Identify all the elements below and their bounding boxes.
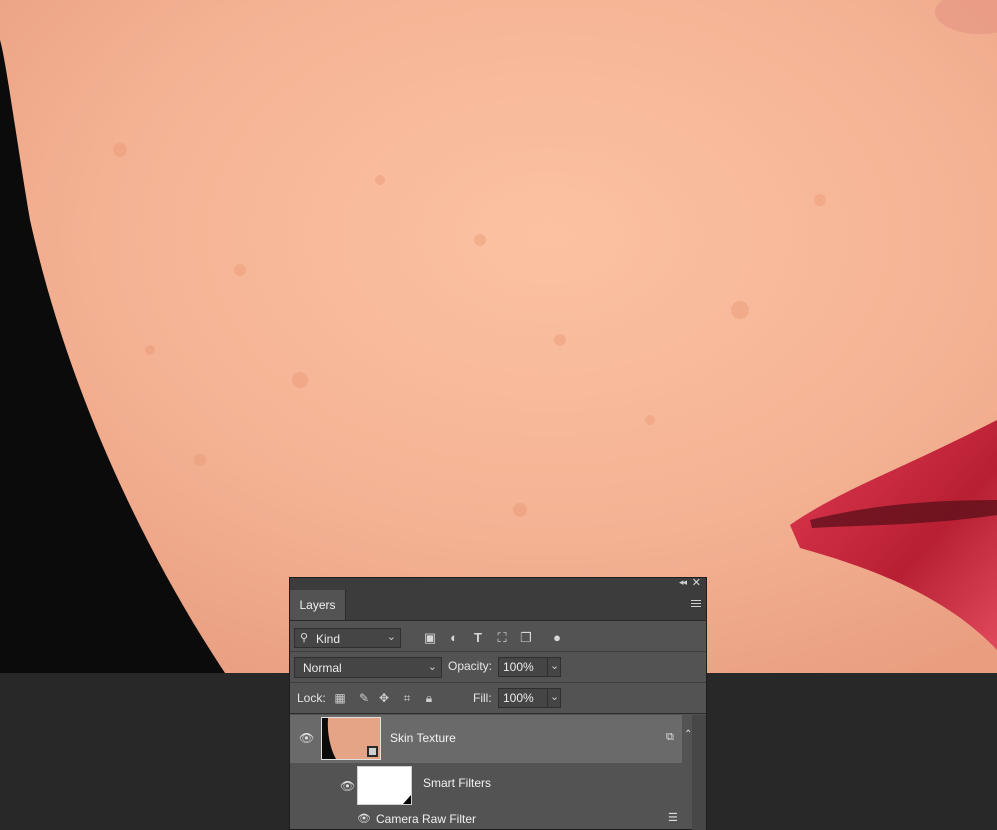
smart-filter-badge-icon[interactable]: ⧉ <box>666 731 674 744</box>
chevron-down-icon: ⌄ <box>386 631 396 643</box>
eye-icon[interactable]: 👁︎ <box>299 731 314 745</box>
layer-row[interactable]: 👁︎ Skin Texture ⧉ ⌃ <box>290 715 692 763</box>
panel-tabbar: Layers <box>290 590 706 621</box>
type-layer-filter-icon[interactable]: T <box>471 631 485 645</box>
mask-image <box>358 767 411 804</box>
blend-mode-select[interactable]: Normal ⌄ <box>294 657 442 678</box>
smart-filters-row[interactable]: 👁︎ Smart Filters <box>290 764 682 810</box>
fill-dropdown[interactable]: ⌄ <box>547 688 561 708</box>
search-icon: ⚲ <box>300 632 309 644</box>
lock-label: Lock: <box>297 691 326 705</box>
fill-value: 100% <box>503 691 534 705</box>
lock-artboard-icon[interactable]: ⌗ <box>400 691 414 705</box>
layers-panel: ◂◂ ✕ Layers ⚲ Kind ⌄ ▣ ◐ T ⛶ ❐ ● Normal … <box>289 577 707 830</box>
blend-row: Normal ⌄ Opacity: 100% ⌄ <box>290 652 706 683</box>
lock-all-icon[interactable]: 🔒︎ <box>422 691 436 705</box>
layers-scrollbar[interactable] <box>692 715 706 830</box>
skin-photo <box>0 0 997 673</box>
smart-filters-label: Smart Filters <box>423 776 492 790</box>
layer-name[interactable]: Skin Texture <box>390 731 456 745</box>
lock-transparent-icon[interactable]: ▦ <box>333 691 347 705</box>
panel-titlebar[interactable]: ◂◂ ✕ <box>290 576 706 590</box>
filter-options-icon[interactable]: ☰ <box>668 811 678 824</box>
fill-label: Fill: <box>473 691 492 705</box>
smart-filter-mask-thumbnail[interactable] <box>357 766 412 805</box>
eye-icon[interactable]: 👁︎ <box>357 812 371 825</box>
opacity-input[interactable]: 100% <box>498 657 548 677</box>
adjustment-layer-filter-icon[interactable]: ◐ <box>447 631 461 645</box>
tab-layers[interactable]: Layers <box>290 590 346 620</box>
layer-thumbnail-image <box>322 718 380 759</box>
collapse-icon[interactable]: ◂◂ <box>679 577 687 588</box>
opacity-label: Opacity: <box>448 659 493 673</box>
opacity-value: 100% <box>503 660 534 674</box>
chevron-down-icon: ⌄ <box>550 660 560 672</box>
filter-kind-label: Kind <box>316 632 341 646</box>
chevron-down-icon: ⌄ <box>427 661 437 673</box>
blend-mode-value: Normal <box>303 661 342 675</box>
fill-input[interactable]: 100% <box>498 688 548 708</box>
pixel-layer-filter-icon[interactable]: ▣ <box>423 631 437 645</box>
filter-toggle-icon[interactable]: ● <box>550 631 564 645</box>
smart-object-filter-icon[interactable]: ❐ <box>519 631 533 645</box>
panel-menu-icon[interactable] <box>691 600 701 609</box>
eye-icon[interactable]: 👁︎ <box>340 779 355 793</box>
close-icon[interactable]: ✕ <box>692 576 701 589</box>
shape-layer-filter-icon[interactable]: ⛶ <box>495 631 509 645</box>
document-canvas[interactable] <box>0 0 997 673</box>
opacity-dropdown[interactable]: ⌄ <box>547 657 561 677</box>
filter-kind-select[interactable]: ⚲ Kind ⌄ <box>294 628 401 648</box>
lock-position-icon[interactable]: ✥ <box>377 691 391 705</box>
layer-thumbnail <box>321 717 381 760</box>
lock-image-icon[interactable]: ✎ <box>357 691 371 705</box>
filter-row: ⚲ Kind ⌄ ▣ ◐ T ⛶ ❐ ● <box>290 621 706 652</box>
camera-raw-filter-row[interactable]: 👁︎ Camera Raw Filter ☰ <box>290 810 682 830</box>
lock-row: Lock: ▦ ✎ ✥ ⌗ 🔒︎ Fill: 100% ⌄ <box>290 683 706 714</box>
filter-name[interactable]: Camera Raw Filter <box>376 812 476 826</box>
chevron-down-icon: ⌄ <box>550 691 560 703</box>
